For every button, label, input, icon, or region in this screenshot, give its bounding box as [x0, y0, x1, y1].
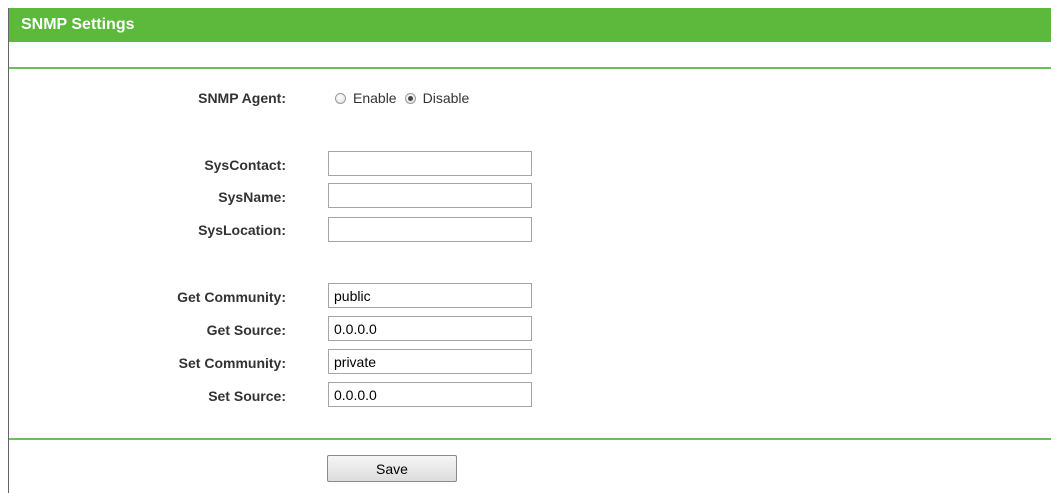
set-community-input[interactable]: [328, 349, 532, 374]
disable-radio[interactable]: [404, 92, 416, 104]
syscontact-label: SysContact:: [204, 157, 286, 173]
set-source-label: Set Source:: [208, 388, 286, 404]
enable-radio[interactable]: [335, 92, 346, 104]
snmp-settings-panel: SNMP Settings SNMP Agent: Enable Disable…: [8, 8, 1051, 493]
sysname-input[interactable]: [328, 183, 532, 208]
syslocation-input[interactable]: [328, 217, 532, 242]
get-source-input[interactable]: [328, 316, 532, 341]
disable-radio-label[interactable]: Disable: [423, 90, 470, 106]
bottom-divider: [9, 438, 1051, 440]
enable-radio-label[interactable]: Enable: [353, 90, 397, 106]
syscontact-input[interactable]: [328, 151, 532, 176]
page-title: SNMP Settings: [9, 8, 1051, 42]
sysname-label: SysName:: [218, 189, 286, 205]
snmp-agent-label: SNMP Agent:: [198, 90, 286, 106]
snmp-agent-radio-group: Enable Disable: [335, 88, 477, 108]
get-community-input[interactable]: [328, 283, 532, 308]
get-source-label: Get Source:: [206, 322, 286, 338]
set-source-input[interactable]: [328, 382, 532, 407]
save-button[interactable]: Save: [327, 455, 457, 482]
get-community-label: Get Community:: [177, 289, 286, 305]
syslocation-label: SysLocation:: [198, 222, 286, 238]
top-divider: [9, 67, 1051, 69]
set-community-label: Set Community:: [178, 355, 286, 371]
